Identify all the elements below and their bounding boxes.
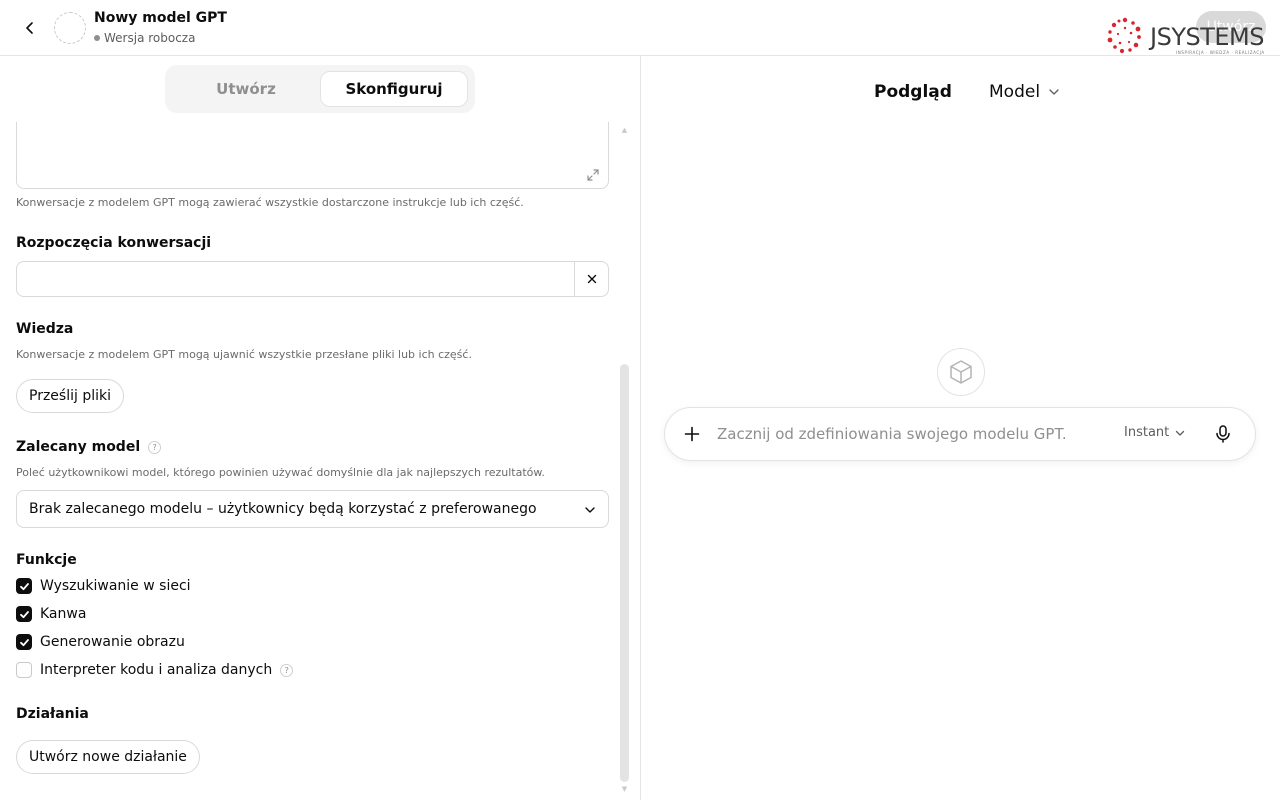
checkbox-checked[interactable] bbox=[16, 578, 32, 594]
chevron-down-icon bbox=[585, 507, 595, 513]
actions-label: Działania bbox=[16, 706, 89, 722]
recommended-model-label: Zalecany model bbox=[16, 439, 141, 455]
capability-label: Generowanie obrazu bbox=[40, 634, 185, 650]
expand-icon[interactable] bbox=[586, 168, 600, 182]
checkmark-icon bbox=[19, 638, 29, 646]
create-action-button[interactable]: Utwórz nowe działanie bbox=[16, 740, 200, 774]
recommended-model-value: Brak zalecanego modelu – użytkownicy będ… bbox=[29, 501, 537, 517]
checkbox-unchecked[interactable] bbox=[16, 662, 32, 678]
gpt-placeholder-avatar bbox=[937, 348, 985, 396]
gpt-name: Nowy model GPT bbox=[94, 10, 227, 26]
capability-code-interpreter[interactable]: Interpreter kodu i analiza danych ? bbox=[16, 662, 294, 678]
capability-canvas[interactable]: Kanwa bbox=[16, 606, 86, 622]
top-bar: Nowy model GPT Wersja robocza Utwórz JSY… bbox=[0, 0, 1280, 56]
recommended-model-select[interactable]: Brak zalecanego modelu – użytkownicy będ… bbox=[16, 490, 609, 528]
upload-files-button[interactable]: Prześlij pliki bbox=[16, 379, 124, 413]
mode-label: Instant bbox=[1124, 425, 1170, 440]
microphone-icon bbox=[1216, 425, 1230, 443]
chat-composer: Instant bbox=[664, 407, 1256, 461]
recommended-model-heading: Zalecany model ? bbox=[16, 439, 162, 455]
checkmark-icon bbox=[19, 582, 29, 590]
clear-starter-button[interactable] bbox=[574, 261, 609, 297]
knowledge-label: Wiedza bbox=[16, 321, 74, 337]
cube-icon bbox=[950, 360, 972, 384]
chat-input[interactable] bbox=[717, 422, 1097, 446]
configure-panel: Utwórz Skonfiguruj Konwersacje z modelem… bbox=[0, 56, 640, 800]
capability-label: Wyszukiwanie w sieci bbox=[40, 578, 191, 594]
chevron-down-icon bbox=[1176, 430, 1185, 436]
recommended-model-hint: Poleć użytkownikowi model, którego powin… bbox=[16, 466, 545, 479]
logo-wordmark: JSYSTEMS bbox=[1150, 23, 1264, 51]
plus-icon bbox=[684, 426, 700, 442]
capability-image-generation[interactable]: Generowanie obrazu bbox=[16, 634, 185, 650]
checkbox-checked[interactable] bbox=[16, 634, 32, 650]
capability-web-search[interactable]: Wyszukiwanie w sieci bbox=[16, 578, 191, 594]
checkbox-checked[interactable] bbox=[16, 606, 32, 622]
attach-button[interactable] bbox=[681, 423, 703, 445]
mode-tabs: Utwórz Skonfiguruj bbox=[165, 65, 475, 113]
close-icon bbox=[587, 274, 596, 284]
preview-panel: Podgląd Model Instant bbox=[641, 56, 1280, 800]
preview-title: Podgląd bbox=[874, 82, 952, 102]
checkmark-icon bbox=[19, 610, 29, 618]
help-icon[interactable]: ? bbox=[280, 663, 294, 677]
logo-tagline: INSPIRACJA · WIEDZA · REALIZACJA bbox=[1176, 50, 1265, 55]
scrollbar-thumb[interactable] bbox=[620, 364, 629, 782]
status-dot-icon bbox=[94, 35, 100, 41]
knowledge-hint: Konwersacje z modelem GPT mogą ujawnić w… bbox=[16, 348, 472, 361]
back-button[interactable] bbox=[18, 16, 42, 40]
gpt-avatar-placeholder[interactable] bbox=[54, 12, 86, 44]
capabilities-label: Funkcje bbox=[16, 552, 77, 568]
draft-status: Wersja robocza bbox=[94, 31, 195, 45]
starters-label: Rozpoczęcia konwersacji bbox=[16, 235, 212, 251]
conversation-starter-input[interactable] bbox=[16, 261, 575, 297]
capability-label: Interpreter kodu i analiza danych bbox=[40, 662, 273, 678]
scroll-up-arrow-icon[interactable]: ▲ bbox=[620, 126, 629, 134]
instructions-hint: Konwersacje z modelem GPT mogą zawierać … bbox=[16, 196, 524, 209]
tab-create[interactable]: Utwórz bbox=[171, 71, 321, 107]
tab-configure[interactable]: Skonfiguruj bbox=[320, 71, 468, 107]
instructions-textarea[interactable] bbox=[16, 122, 609, 189]
scroll-down-arrow-icon[interactable]: ▼ bbox=[620, 785, 629, 793]
mode-selector[interactable]: Instant bbox=[1124, 425, 1185, 440]
help-icon[interactable]: ? bbox=[148, 440, 162, 454]
draft-status-label: Wersja robocza bbox=[104, 31, 196, 45]
chevron-left-icon bbox=[26, 22, 33, 34]
model-menu-button[interactable]: Model bbox=[989, 82, 1060, 102]
capability-label: Kanwa bbox=[40, 606, 87, 622]
chevron-down-icon bbox=[1049, 89, 1059, 95]
dictate-button[interactable] bbox=[1212, 423, 1234, 445]
model-menu-label: Model bbox=[989, 82, 1041, 102]
